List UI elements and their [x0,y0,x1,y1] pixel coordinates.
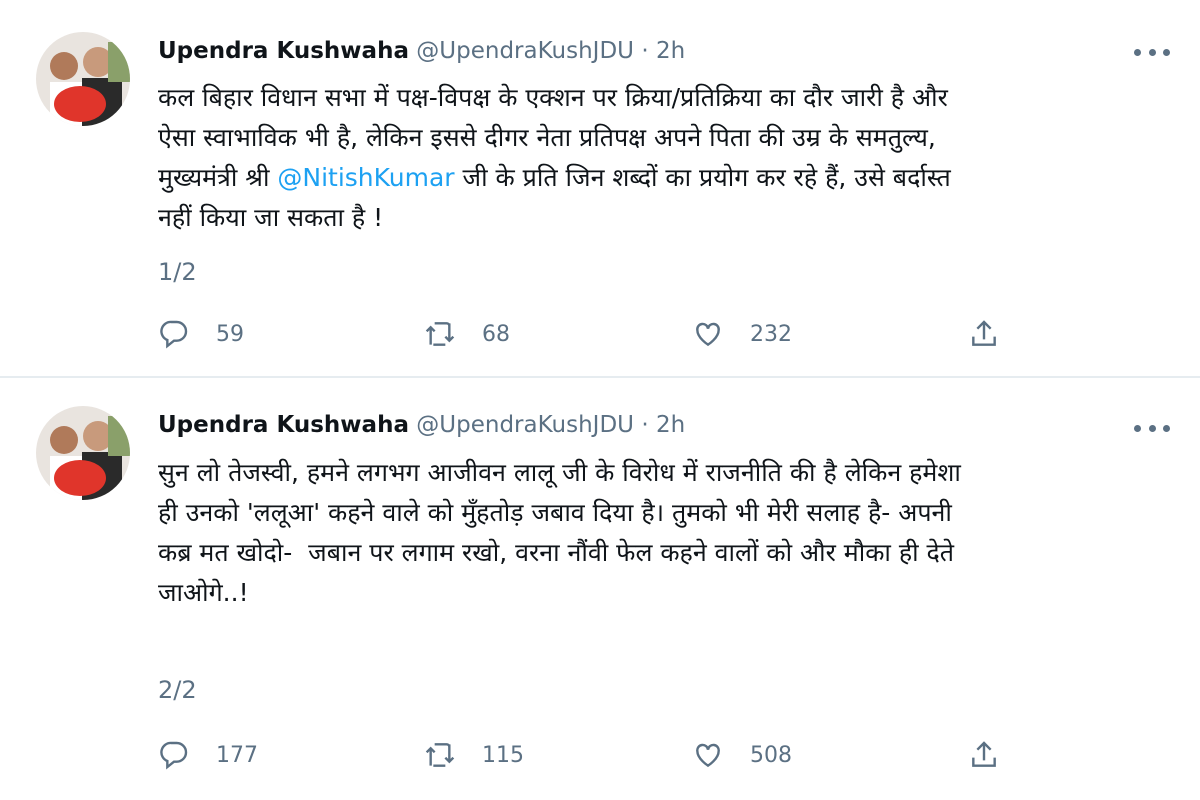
like-count: 508 [750,742,792,768]
retweet-button[interactable]: 115 [424,735,524,775]
share-icon [972,320,996,346]
like-icon [696,322,720,347]
like-icon [696,743,720,768]
author-handle[interactable]: @UpendraKushJDU [416,38,634,64]
tweet-actions: 177 115 508 [158,735,1178,775]
author-name[interactable]: Upendra Kushwaha [158,412,409,438]
separator-dot: · [641,38,649,64]
retweet-icon [425,322,455,346]
timestamp[interactable]: 2h [656,412,685,438]
like-button[interactable]: 232 [692,314,792,354]
tweet-1[interactable]: Upendra Kushwaha @UpendraKushJDU · 2h कल… [0,0,1200,378]
retweet-count: 68 [482,321,510,347]
reply-count: 177 [216,742,258,768]
reply-count: 59 [216,321,244,347]
author-name[interactable]: Upendra Kushwaha [158,38,409,64]
share-button[interactable] [968,314,1000,354]
like-button[interactable]: 508 [692,735,792,775]
more-icon[interactable] [1134,418,1170,438]
thread-counter: 1/2 [158,258,197,286]
timestamp[interactable]: 2h [656,38,685,64]
thread-counter: 2/2 [158,676,197,704]
tweet-header: Upendra Kushwaha @UpendraKushJDU · 2h [158,412,685,438]
reply-button[interactable]: 177 [158,735,258,775]
share-icon [972,741,996,767]
tweet-actions: 59 68 232 [158,314,1178,354]
share-button[interactable] [968,735,1000,775]
reply-icon [160,741,188,770]
reply-icon [160,320,188,349]
tweet-text: कल बिहार विधान सभा में पक्ष-विपक्ष के एक… [158,78,1168,238]
reply-button[interactable]: 59 [158,314,244,354]
retweet-button[interactable]: 68 [424,314,510,354]
retweet-count: 115 [482,742,524,768]
retweet-icon [425,743,455,767]
tweet-2[interactable]: Upendra Kushwaha @UpendraKushJDU · 2h सु… [0,380,1200,800]
mention-link[interactable]: @NitishKumar [277,163,454,192]
avatar[interactable] [36,406,130,500]
tweet-header: Upendra Kushwaha @UpendraKushJDU · 2h [158,38,685,64]
like-count: 232 [750,321,792,347]
more-icon[interactable] [1134,42,1170,62]
author-handle[interactable]: @UpendraKushJDU [416,412,634,438]
tweet-text: सुन लो तेजस्वी, हमने लगभग आजीवन लालू जी … [158,458,961,607]
separator-dot: · [641,412,649,438]
avatar[interactable] [36,32,130,126]
